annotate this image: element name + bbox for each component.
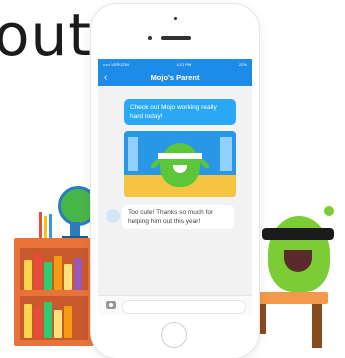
desk-leg <box>312 304 322 348</box>
phone-mockup: ••••• VERIZON 4:21 PM 22% ‹ Mojo's Paren… <box>91 4 259 358</box>
message-composer <box>98 295 252 315</box>
front-sensor <box>174 17 177 20</box>
chat-header: ‹ Mojo's Parent <box>98 69 252 86</box>
message-bubble-incoming: Too cute! Thanks so much for helping him… <box>122 205 234 229</box>
home-button[interactable] <box>161 322 187 348</box>
bookshelf-illustration <box>14 238 94 346</box>
front-camera <box>148 36 152 40</box>
hero-text: out <box>0 1 92 69</box>
message-photo[interactable] <box>124 131 236 197</box>
status-bar: ••••• VERIZON 4:21 PM 22% <box>98 59 252 69</box>
avatar <box>106 209 120 223</box>
camera-icon[interactable] <box>106 301 116 309</box>
chevron-left-icon[interactable]: ‹ <box>104 69 107 86</box>
battery-label: 22% <box>238 61 247 67</box>
desk-side <box>258 304 266 334</box>
time-label: 4:21 PM <box>176 61 192 67</box>
desk-illustration <box>250 292 328 304</box>
chat-screen: ••••• VERIZON 4:21 PM 22% ‹ Mojo's Paren… <box>98 59 252 315</box>
mojo-character-image <box>149 143 211 187</box>
earpiece-speaker <box>161 36 191 40</box>
pencil-cup-illustration <box>36 212 58 240</box>
message-input[interactable] <box>122 300 246 314</box>
monster-illustration <box>262 206 336 292</box>
carrier-label: ••••• VERIZON <box>103 61 129 67</box>
chat-title: Mojo's Parent <box>150 73 200 82</box>
message-bubble-outgoing: Check out Mojo working really hard today… <box>124 99 236 125</box>
